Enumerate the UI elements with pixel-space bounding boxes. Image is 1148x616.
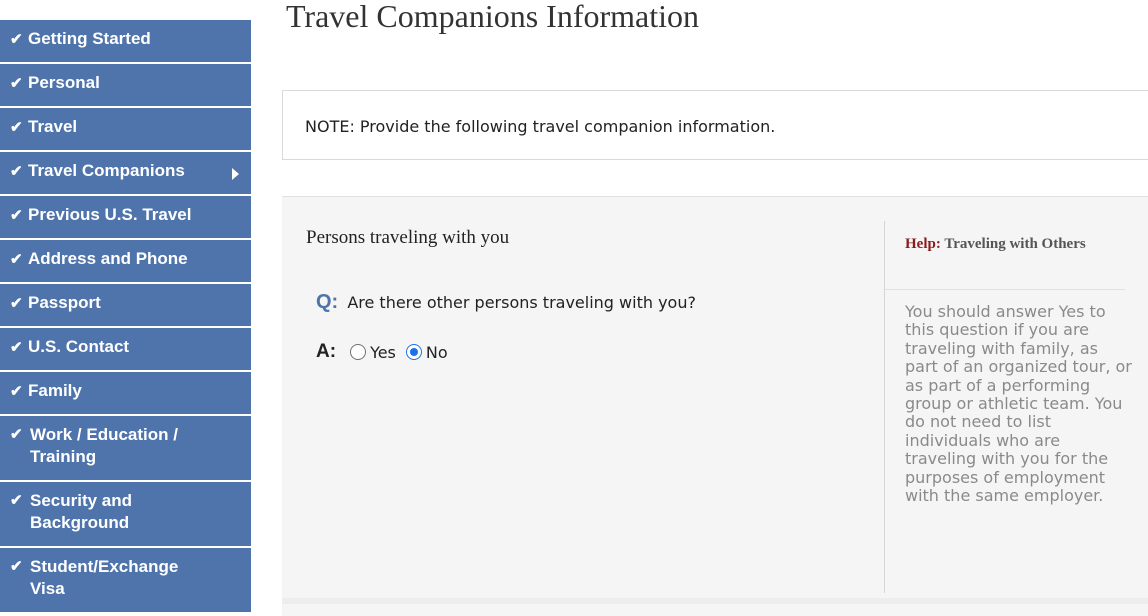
sidebar-item-label: Student/Exchange Visa [30, 557, 179, 598]
sidebar-nav: ✔ Getting Started ✔ Personal ✔ Travel ✔ Trav… [0, 20, 251, 614]
sidebar-item-label: Getting Started [28, 29, 151, 48]
radio-yes-label[interactable]: Yes [370, 343, 396, 362]
question-text: Are there other persons traveling with y… [347, 293, 696, 312]
check-icon: ✔ [10, 492, 23, 509]
check-icon: ✔ [10, 163, 23, 180]
sidebar-item-label: Personal [28, 73, 100, 92]
sidebar-item-family[interactable]: ✔ Family [0, 372, 251, 414]
help-title: Help: Traveling with Others [905, 235, 1125, 254]
check-icon: ✔ [10, 207, 23, 224]
sidebar-item-personal[interactable]: ✔ Personal [0, 64, 251, 106]
panel-footer-band [282, 598, 1148, 604]
radio-yes[interactable] [350, 344, 367, 360]
check-icon: ✔ [10, 119, 23, 136]
note-text: NOTE: Provide the following travel compa… [305, 117, 776, 136]
sidebar-item-label: Passport [28, 293, 101, 312]
help-label: Help: [905, 236, 941, 252]
sidebar-item-label: Security and Background [30, 491, 133, 532]
radio-no[interactable] [405, 344, 422, 360]
sidebar-item-label: Work / Education / Training [30, 425, 178, 466]
answer-row: A: Yes No [316, 341, 458, 363]
help-panel: Help: Traveling with Others You should a… [884, 221, 1132, 593]
check-icon: ✔ [10, 339, 23, 356]
question-row: Q: Are there other persons traveling wit… [316, 291, 696, 314]
check-icon: ✔ [10, 31, 23, 48]
sidebar-item-label: Travel Companions [28, 161, 185, 180]
check-icon: ✔ [10, 75, 23, 92]
sidebar-item-getting-started[interactable]: ✔ Getting Started [0, 20, 251, 62]
help-divider [885, 289, 1125, 290]
sidebar-item-work-education-training[interactable]: ✔ Work / Education / Training [0, 416, 251, 480]
sidebar-item-us-contact[interactable]: ✔ U.S. Contact [0, 328, 251, 370]
sidebar-item-security-and-background[interactable]: ✔ Security and Background [0, 482, 251, 546]
sidebar-item-label: Family [28, 381, 82, 400]
check-icon: ✔ [10, 558, 23, 575]
answer-marker: A: [316, 341, 337, 362]
help-body: You should answer Yes to this question i… [905, 302, 1132, 506]
sidebar-item-label: U.S. Contact [28, 337, 130, 356]
page-title: Travel Companions Information [286, 0, 699, 34]
sidebar-item-label: Address and Phone [28, 249, 188, 268]
note-box: NOTE: Provide the following travel compa… [282, 90, 1148, 160]
section-title: Persons traveling with you [306, 227, 510, 248]
check-icon: ✔ [10, 295, 23, 312]
active-arrow-icon [232, 168, 239, 180]
sidebar-item-travel[interactable]: ✔ Travel [0, 108, 251, 150]
sidebar-item-student-exchange-visa[interactable]: ✔ Student/Exchange Visa [0, 548, 251, 612]
sidebar-item-label: Travel [28, 117, 78, 136]
question-marker: Q: [316, 291, 339, 313]
radio-no-label[interactable]: No [426, 343, 448, 362]
form-panel: Persons traveling with you Q: Are there … [282, 196, 1148, 616]
check-icon: ✔ [10, 426, 23, 443]
sidebar-item-label: Previous U.S. Travel [28, 205, 192, 224]
sidebar-item-travel-companions[interactable]: ✔ Travel Companions [0, 152, 251, 194]
check-icon: ✔ [10, 251, 23, 268]
sidebar-item-passport[interactable]: ✔ Passport [0, 284, 251, 326]
check-icon: ✔ [10, 383, 23, 400]
help-heading: Traveling with Others [944, 236, 1086, 252]
sidebar-item-address-and-phone[interactable]: ✔ Address and Phone [0, 240, 251, 282]
sidebar-item-previous-us-travel[interactable]: ✔ Previous U.S. Travel [0, 196, 251, 238]
